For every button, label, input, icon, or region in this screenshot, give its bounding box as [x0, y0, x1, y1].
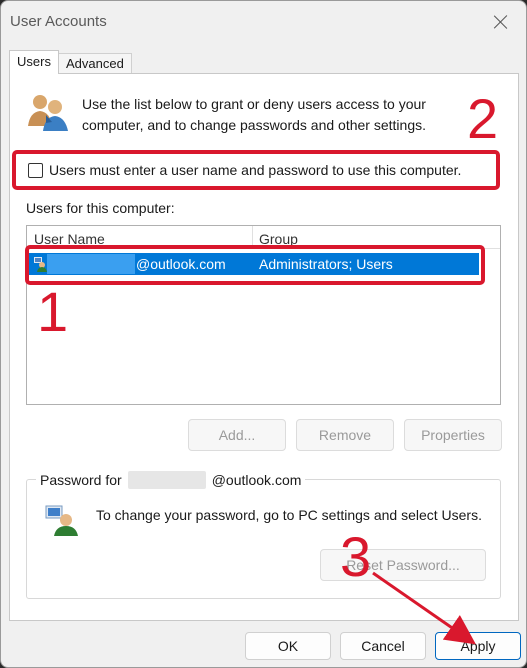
user-password-icon	[45, 505, 78, 536]
add-button[interactable]: Add...	[188, 419, 286, 451]
cancel-button[interactable]: Cancel	[340, 632, 426, 660]
annotation-number-one: 1	[37, 280, 69, 343]
apply-button[interactable]: Apply	[435, 632, 521, 660]
annotation-number-three: 3	[340, 525, 372, 588]
row-user-name: @outlook.com	[136, 256, 226, 272]
password-for-label: Password for	[40, 472, 122, 488]
annotation-number-two: 2	[467, 87, 499, 150]
password-group-legend: Password for @outlook.com	[36, 471, 306, 489]
remove-button[interactable]: Remove	[296, 419, 394, 451]
users-list-label: Users for this computer:	[26, 200, 175, 216]
require-password-option[interactable]: Users must enter a user name and passwor…	[28, 162, 461, 178]
row-group: Administrators; Users	[259, 256, 393, 272]
title-bar: User Accounts	[1, 1, 526, 45]
column-divider[interactable]	[252, 226, 253, 248]
tab-users[interactable]: Users	[9, 50, 59, 74]
properties-button[interactable]: Properties	[404, 419, 502, 451]
require-password-checkbox[interactable]	[28, 162, 43, 178]
table-row[interactable]: @outlook.com Administrators; Users	[29, 253, 479, 275]
require-password-label: Users must enter a user name and passwor…	[49, 162, 462, 178]
redacted-account	[127, 471, 206, 489]
users-icon	[28, 95, 68, 131]
intro-text: Use the list below to grant or deny user…	[82, 96, 426, 133]
tab-advanced[interactable]: Advanced	[58, 53, 132, 73]
user-icon	[34, 257, 47, 272]
redacted-username	[47, 254, 135, 274]
user-accounts-window: User Accounts Users Advanced Use the lis…	[0, 0, 527, 668]
password-group	[26, 479, 501, 599]
list-header: User Name Group	[27, 226, 500, 249]
password-account-suffix: @outlook.com	[211, 472, 302, 488]
close-icon[interactable]	[490, 11, 512, 33]
users-list[interactable]: User Name Group @outlook.com Administrat…	[26, 225, 501, 405]
column-group[interactable]: Group	[259, 231, 298, 247]
users-tab-panel: Use the list below to grant or deny user…	[9, 73, 519, 621]
column-user-name[interactable]: User Name	[34, 231, 105, 247]
ok-button[interactable]: OK	[245, 632, 331, 660]
window-title: User Accounts	[10, 13, 107, 30]
password-instructions: To change your password, go to PC settin…	[96, 507, 482, 523]
